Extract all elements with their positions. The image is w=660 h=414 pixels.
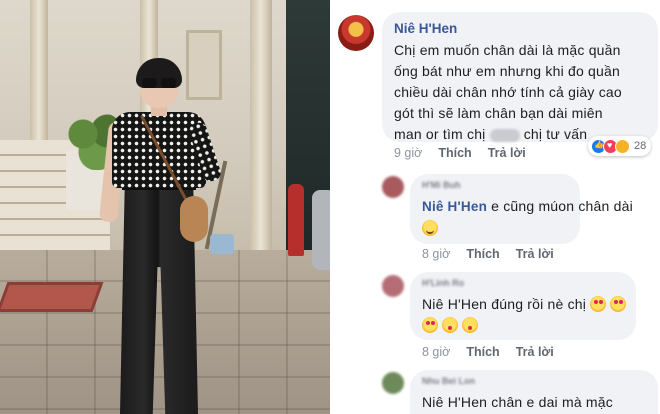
comment-line: gót thì sẽ làm chân bạn dài miên: [394, 105, 603, 121]
comment-bubble: H'Linh Ro Niê H'Hen đúng rồi nè chị: [410, 272, 636, 340]
comment-text: đúng rồi nè chị: [487, 296, 587, 312]
reaction-summary[interactable]: 28: [588, 136, 652, 156]
comment-text: man or tìm chị: [394, 126, 486, 142]
mention-link[interactable]: Niê H'Hen: [422, 394, 487, 410]
comment-bubble: Nhu Bei Lon Niê H'Hen chân e dai mà mặc: [410, 370, 658, 414]
fire-hydrant: [288, 184, 304, 256]
pillar: [250, 0, 272, 250]
comment-bubble: H'Mi Buh Niê H'Hen e cũng múon chân dài: [410, 174, 633, 244]
comment-line: ống bát như em nhưng khi đo quần: [394, 63, 620, 79]
comment-line: Niê H'Hen e cũng múon chân dài: [422, 196, 633, 217]
reply-link[interactable]: Trả lời: [516, 345, 554, 359]
heart-eyes-emoji: [590, 296, 607, 312]
comment-line: man or tìm chị chị tư vấn: [394, 124, 587, 145]
heart-eyes-emoji: [610, 296, 627, 312]
avatar[interactable]: [382, 275, 404, 297]
kiss-emoji: [462, 317, 479, 333]
comment-author[interactable]: H'Mi Buh: [422, 180, 461, 190]
comment-line: [422, 218, 438, 239]
haha-icon: [615, 138, 630, 154]
comment-text: chị tư vấn: [523, 126, 588, 142]
comment-line: Niê H'Hen chân e dai mà mặc: [422, 392, 613, 413]
mention-link[interactable]: Niê H'Hen: [422, 296, 487, 312]
comment-actions: 9 giờ Thích Trả lời: [394, 146, 526, 160]
scooter: [312, 190, 330, 270]
heart-eyes-emoji: [422, 317, 438, 333]
reply-link[interactable]: Trả lời: [516, 247, 554, 261]
reply-link[interactable]: Trả lời: [488, 146, 526, 160]
like-link[interactable]: Thích: [438, 146, 471, 160]
comment-author[interactable]: Nhu Bei Lon: [422, 376, 475, 386]
comment-time[interactable]: 8 giờ: [422, 345, 450, 359]
comment-line: chiều dài chân nhớ tính cả giày cao: [394, 84, 622, 100]
comment-time[interactable]: 9 giờ: [394, 146, 422, 160]
like-link[interactable]: Thích: [466, 247, 499, 261]
comment-actions: 8 giờ Thích Trả lời: [422, 247, 554, 261]
handbag: [180, 196, 208, 242]
comment-author[interactable]: Niê H'Hen: [394, 21, 457, 36]
comment-time[interactable]: 8 giờ: [422, 247, 450, 261]
comment-actions: 8 giờ Thích Trả lời: [422, 345, 554, 359]
comment-text: chân e dai mà mặc: [487, 394, 613, 410]
comment-bubble: Niê H'Hen Chị em muốn chân dài là mặc qu…: [382, 12, 658, 142]
comment-author[interactable]: H'Linh Ro: [422, 278, 464, 288]
comment-thread: Niê H'Hen Chị em muốn chân dài là mặc qu…: [330, 0, 660, 414]
blurred-name: [489, 128, 520, 142]
sunglasses: [140, 78, 178, 88]
comment-line: Niê H'Hen đúng rồi nè chị: [422, 294, 627, 315]
smile-emoji: [422, 220, 438, 236]
doormat: [0, 282, 104, 312]
street-photo: [0, 0, 330, 414]
reaction-count: 28: [634, 140, 647, 152]
like-link[interactable]: Thích: [466, 345, 499, 359]
comment-text: e cũng múon chân dài: [487, 198, 633, 214]
mention-link[interactable]: Niê H'Hen: [422, 199, 487, 214]
comment-line: [422, 315, 479, 336]
avatar[interactable]: [338, 15, 374, 51]
comment-line: Chị em muốn chân dài là mặc quần: [394, 42, 621, 58]
avatar[interactable]: [382, 372, 404, 394]
woman-figure: [98, 58, 223, 414]
kiss-emoji: [442, 317, 459, 333]
avatar[interactable]: [382, 176, 404, 198]
